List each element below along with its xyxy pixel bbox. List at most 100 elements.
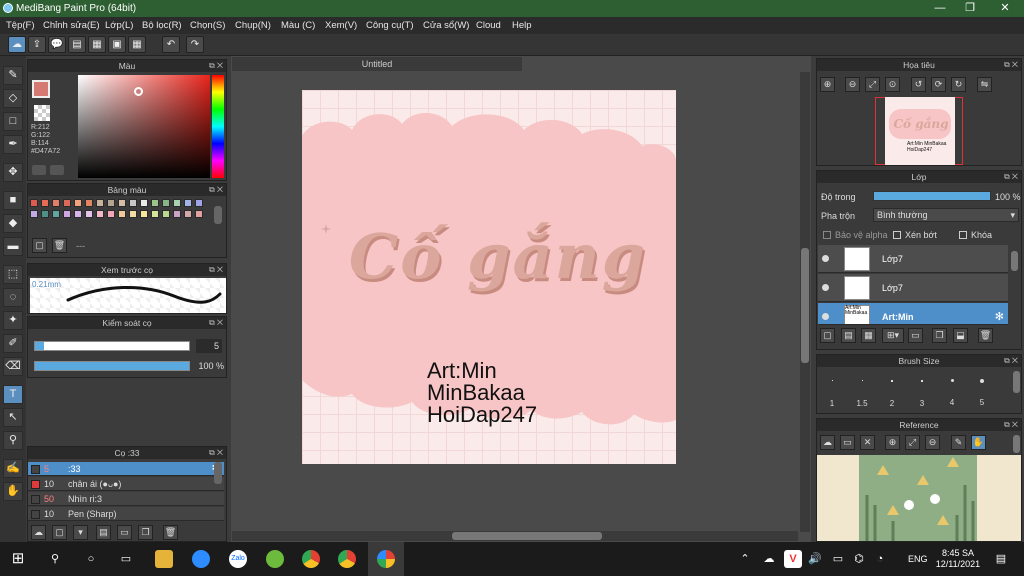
palette-swatch[interactable] [74,199,82,207]
palette-swatch[interactable] [30,199,38,207]
layer-row[interactable]: Lớp7 [818,274,1008,302]
panel-close-icon[interactable]: ⧉ ✕ [1004,419,1018,431]
panel-close-icon[interactable]: ⧉ ✕ [1004,355,1018,367]
fill-rect-tool-icon[interactable]: ■ [3,191,23,210]
menu-layer[interactable]: Lớp(L) [105,20,133,31]
visibility-eye-icon[interactable] [822,255,829,262]
palette-swatch[interactable] [41,199,49,207]
palette-swatch[interactable] [30,210,38,218]
reference-zoom-in-icon[interactable]: ⊕ [885,435,900,450]
brush-list-item[interactable]: 5:33✻ [28,462,224,476]
menu-edit[interactable]: Chỉnh sửa(E) [43,20,100,31]
brush-tool-icon[interactable]: ✎ [3,66,23,85]
select-eraser-icon[interactable]: ⌫ [3,357,23,376]
palette-swatch[interactable] [96,199,104,207]
panel-close-icon[interactable]: ⧉ ✕ [209,60,223,72]
brush-size-option[interactable]: 3 [907,370,937,410]
palette-swatch[interactable] [129,199,137,207]
duplicate-layer-icon[interactable]: ❐ [932,328,947,343]
menu-file[interactable]: Tệp(F) [6,20,35,31]
protect-alpha-checkbox[interactable] [823,231,831,239]
minimize-button[interactable]: — [925,1,955,16]
palette-swatch[interactable] [151,199,159,207]
actual-size-icon[interactable]: ⊙ [885,77,900,92]
undo-icon[interactable]: ↶ [162,36,180,53]
new-layer-icon[interactable]: ▢ [820,328,835,343]
palette-swatch[interactable] [107,199,115,207]
layer-folder-icon[interactable]: ▭ [908,328,923,343]
palette-swatch[interactable] [52,199,60,207]
language-indicator[interactable]: ENG [908,554,928,564]
eyedropper-icon[interactable]: ⚲ [3,431,23,450]
gradient-tool-icon[interactable]: ▬ [3,237,23,256]
menu-cloud[interactable]: Cloud [476,20,501,31]
dropper-icon[interactable]: ✍ [3,459,23,478]
menu-help[interactable]: Help [512,20,532,31]
brush-size-option[interactable]: 4 [937,370,967,410]
reference-zoom-out-icon[interactable]: ⊖ [925,435,940,450]
palette-swatch[interactable] [85,199,93,207]
brush-size-option[interactable]: 2 [877,370,907,410]
brush-cloud-icon[interactable]: ☁ [31,525,46,540]
menu-filter[interactable]: Bộ lọc(R) [142,20,182,31]
layer-list-scrollbar[interactable] [1011,251,1018,271]
palette-swatch[interactable] [184,199,192,207]
palette-swatch[interactable] [173,199,181,207]
battery-icon[interactable]: ▭ [829,550,847,568]
document-canvas[interactable]: Cố gắng Art:Min MinBakaa HoiDap247 [302,90,676,464]
menu-select[interactable]: Chọn(S) [190,20,225,31]
brush-size-scrollbar[interactable] [1013,371,1020,393]
canvas-vertical-scrollbar[interactable] [800,72,810,532]
zoom-in-icon[interactable]: ⊕ [820,77,835,92]
hand-tool-icon[interactable]: ✋ [3,482,23,501]
volume-icon[interactable]: 🔊 [806,550,824,568]
tray-app-icon[interactable]: V [784,550,802,568]
menu-view[interactable]: Xem(V) [325,20,357,31]
magic-wand-icon[interactable]: ✦ [3,311,23,330]
select-tool-icon[interactable]: ⬚ [3,265,23,284]
visibility-eye-icon[interactable] [822,313,829,320]
swap-color-icon[interactable] [50,165,64,175]
cortana-icon[interactable]: ○ [82,550,100,568]
brush-size-option[interactable]: 1.5 [847,370,877,410]
palette-swatch[interactable] [118,199,126,207]
brush-size-option[interactable]: 1 [817,370,847,410]
layout-icon[interactable]: ▣ [108,36,126,53]
panel-close-icon[interactable]: ⧉ ✕ [209,317,223,329]
windows-start-icon[interactable]: ⊞ [9,550,27,568]
palette-swatch[interactable] [162,210,170,218]
cloud-icon[interactable]: ☁ [8,36,26,53]
rotate-right-icon[interactable]: ↻ [951,77,966,92]
brush-duplicate-icon[interactable]: ❐ [138,525,153,540]
tray-cloud-icon[interactable]: ☁ [760,550,778,568]
reset-rotate-icon[interactable]: ⟳ [931,77,946,92]
brush-list-scrollbar[interactable] [214,462,222,484]
medibang-taskbar-button[interactable] [368,542,404,576]
flip-icon[interactable]: ⇋ [977,77,992,92]
brush-size-option[interactable]: 5 [967,370,997,410]
layer-row-selected[interactable]: Art:Min MinBakaa Art:Min ✻ [818,303,1008,325]
operation-tool-icon[interactable]: ↖ [3,408,23,427]
maximize-button[interactable]: ❐ [955,1,985,16]
lasso-tool-icon[interactable]: ◌ [3,288,23,307]
brush-size-value[interactable]: 5 [196,339,222,353]
reference-cloud-icon[interactable]: ☁ [820,435,835,450]
palette-swatch[interactable] [129,210,137,218]
pen-tool-icon[interactable]: ✒ [3,135,23,154]
add-layer-menu-icon[interactable]: ⊞▾ [882,328,904,343]
merge-layer-icon[interactable]: ⬓ [953,328,968,343]
share-icon[interactable]: ⇪ [28,36,46,53]
brush-folder-icon[interactable]: ▭ [117,525,132,540]
brush-list-item[interactable]: 50 Nhìn ri:3 [28,492,224,506]
brush-delete-icon[interactable]: 🗑 [163,525,178,540]
panel-close-icon[interactable]: ⧉ ✕ [209,447,223,459]
color-saturation-square[interactable] [78,75,210,178]
document-tab[interactable]: Untitled [232,57,522,71]
palette-swatch[interactable] [63,210,71,218]
select-pen-icon[interactable]: ✐ [3,334,23,353]
menu-tools[interactable]: Công cụ(T) [366,20,414,31]
new-8bit-layer-icon[interactable]: ▦ [861,328,876,343]
chrome-icon[interactable] [302,550,320,568]
app-icon[interactable] [266,550,284,568]
panel-close-icon[interactable]: ⧉ ✕ [1004,59,1018,71]
